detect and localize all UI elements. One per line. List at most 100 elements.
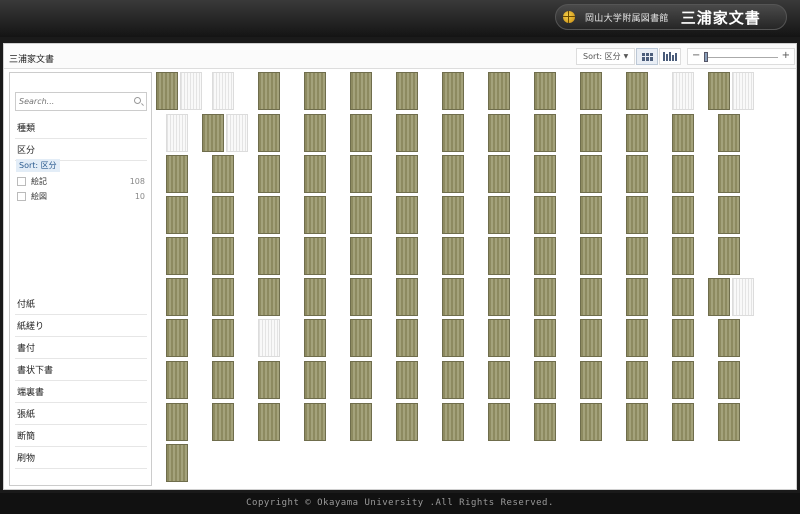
facet-item[interactable]: 刷物: [15, 447, 147, 469]
document-thumbnail[interactable]: [212, 155, 234, 193]
document-thumbnail[interactable]: [718, 361, 740, 399]
grid-view-button[interactable]: [636, 48, 658, 65]
document-thumbnail[interactable]: [156, 72, 178, 110]
document-thumbnail[interactable]: [212, 361, 234, 399]
document-thumbnail[interactable]: [212, 319, 234, 357]
document-thumbnail[interactable]: [718, 196, 740, 234]
document-thumbnail[interactable]: [304, 155, 326, 193]
document-thumbnail[interactable]: [212, 196, 234, 234]
document-thumbnail[interactable]: [396, 155, 418, 193]
document-thumbnail[interactable]: [258, 114, 280, 152]
zoom-slider-track[interactable]: [704, 57, 778, 58]
document-thumbnail[interactable]: [488, 237, 510, 275]
document-thumbnail[interactable]: [580, 361, 602, 399]
facet-category[interactable]: 区分: [15, 139, 147, 161]
document-thumbnail[interactable]: [350, 361, 372, 399]
document-thumbnail[interactable]: [580, 237, 602, 275]
document-thumbnail[interactable]: [672, 237, 694, 275]
document-thumbnail[interactable]: [708, 72, 730, 110]
document-thumbnail[interactable]: [350, 319, 372, 357]
document-thumbnail[interactable]: [672, 403, 694, 441]
document-thumbnail[interactable]: [488, 278, 510, 316]
document-thumbnail[interactable]: [258, 319, 280, 357]
document-thumbnail[interactable]: [626, 114, 648, 152]
document-thumbnail[interactable]: [258, 278, 280, 316]
bar-view-button[interactable]: [659, 48, 681, 65]
document-thumbnail[interactable]: [304, 403, 326, 441]
document-thumbnail[interactable]: [212, 72, 234, 110]
document-thumbnail[interactable]: [718, 114, 740, 152]
document-thumbnail[interactable]: [626, 403, 648, 441]
document-thumbnail[interactable]: [442, 278, 464, 316]
document-thumbnail[interactable]: [488, 403, 510, 441]
document-thumbnail[interactable]: [396, 237, 418, 275]
zoom-out-button[interactable]: −: [692, 50, 700, 61]
document-thumbnail[interactable]: [488, 72, 510, 110]
document-thumbnail[interactable]: [672, 196, 694, 234]
facet-item[interactable]: 付紙: [15, 293, 147, 315]
document-thumbnail[interactable]: [258, 361, 280, 399]
facet-option[interactable]: 絵図 10: [17, 190, 145, 203]
document-thumbnail[interactable]: [304, 278, 326, 316]
document-thumbnail[interactable]: [202, 114, 224, 152]
active-sort-tag[interactable]: Sort: 区分: [16, 159, 60, 172]
document-thumbnail[interactable]: [580, 114, 602, 152]
document-thumbnail[interactable]: [396, 278, 418, 316]
document-thumbnail[interactable]: [580, 319, 602, 357]
document-thumbnail[interactable]: [258, 237, 280, 275]
document-thumbnail[interactable]: [166, 155, 188, 193]
document-thumbnail[interactable]: [626, 361, 648, 399]
document-thumbnail[interactable]: [488, 114, 510, 152]
document-thumbnail[interactable]: [258, 72, 280, 110]
document-thumbnail[interactable]: [534, 237, 556, 275]
document-thumbnail[interactable]: [534, 319, 556, 357]
facet-item[interactable]: 紙縒り: [15, 315, 147, 337]
document-thumbnail[interactable]: [396, 196, 418, 234]
document-thumbnail[interactable]: [350, 155, 372, 193]
document-thumbnail[interactable]: [718, 155, 740, 193]
document-thumbnail[interactable]: [166, 403, 188, 441]
document-thumbnail[interactable]: [396, 72, 418, 110]
search-input[interactable]: [16, 93, 130, 110]
document-thumbnail[interactable]: [442, 237, 464, 275]
document-thumbnail[interactable]: [396, 114, 418, 152]
document-thumbnail[interactable]: [212, 237, 234, 275]
document-thumbnail[interactable]: [488, 361, 510, 399]
document-thumbnail[interactable]: [580, 196, 602, 234]
document-thumbnail[interactable]: [534, 403, 556, 441]
document-thumbnail[interactable]: [732, 72, 754, 110]
document-thumbnail[interactable]: [166, 196, 188, 234]
document-thumbnail[interactable]: [212, 278, 234, 316]
document-thumbnail[interactable]: [350, 114, 372, 152]
document-thumbnail[interactable]: [258, 403, 280, 441]
facet-item[interactable]: 端裏書: [15, 381, 147, 403]
document-thumbnail[interactable]: [534, 155, 556, 193]
document-thumbnail[interactable]: [304, 319, 326, 357]
facet-item[interactable]: 書状下書: [15, 359, 147, 381]
document-thumbnail[interactable]: [534, 361, 556, 399]
document-thumbnail[interactable]: [396, 403, 418, 441]
document-thumbnail[interactable]: [350, 72, 372, 110]
document-thumbnail[interactable]: [626, 278, 648, 316]
document-thumbnail[interactable]: [166, 444, 188, 482]
document-thumbnail[interactable]: [304, 237, 326, 275]
document-thumbnail[interactable]: [442, 196, 464, 234]
document-thumbnail[interactable]: [672, 361, 694, 399]
document-thumbnail[interactable]: [580, 72, 602, 110]
document-thumbnail[interactable]: [350, 403, 372, 441]
document-thumbnail[interactable]: [488, 196, 510, 234]
zoom-in-button[interactable]: +: [782, 50, 790, 61]
document-thumbnail[interactable]: [718, 319, 740, 357]
checkbox[interactable]: [17, 177, 26, 186]
document-thumbnail[interactable]: [442, 319, 464, 357]
document-thumbnail[interactable]: [258, 196, 280, 234]
document-thumbnail[interactable]: [442, 361, 464, 399]
document-thumbnail[interactable]: [580, 278, 602, 316]
document-thumbnail[interactable]: [442, 155, 464, 193]
document-thumbnail[interactable]: [258, 155, 280, 193]
document-thumbnail[interactable]: [442, 403, 464, 441]
document-thumbnail[interactable]: [672, 72, 694, 110]
document-thumbnail[interactable]: [626, 237, 648, 275]
document-thumbnail[interactable]: [534, 114, 556, 152]
facet-item[interactable]: 断簡: [15, 425, 147, 447]
